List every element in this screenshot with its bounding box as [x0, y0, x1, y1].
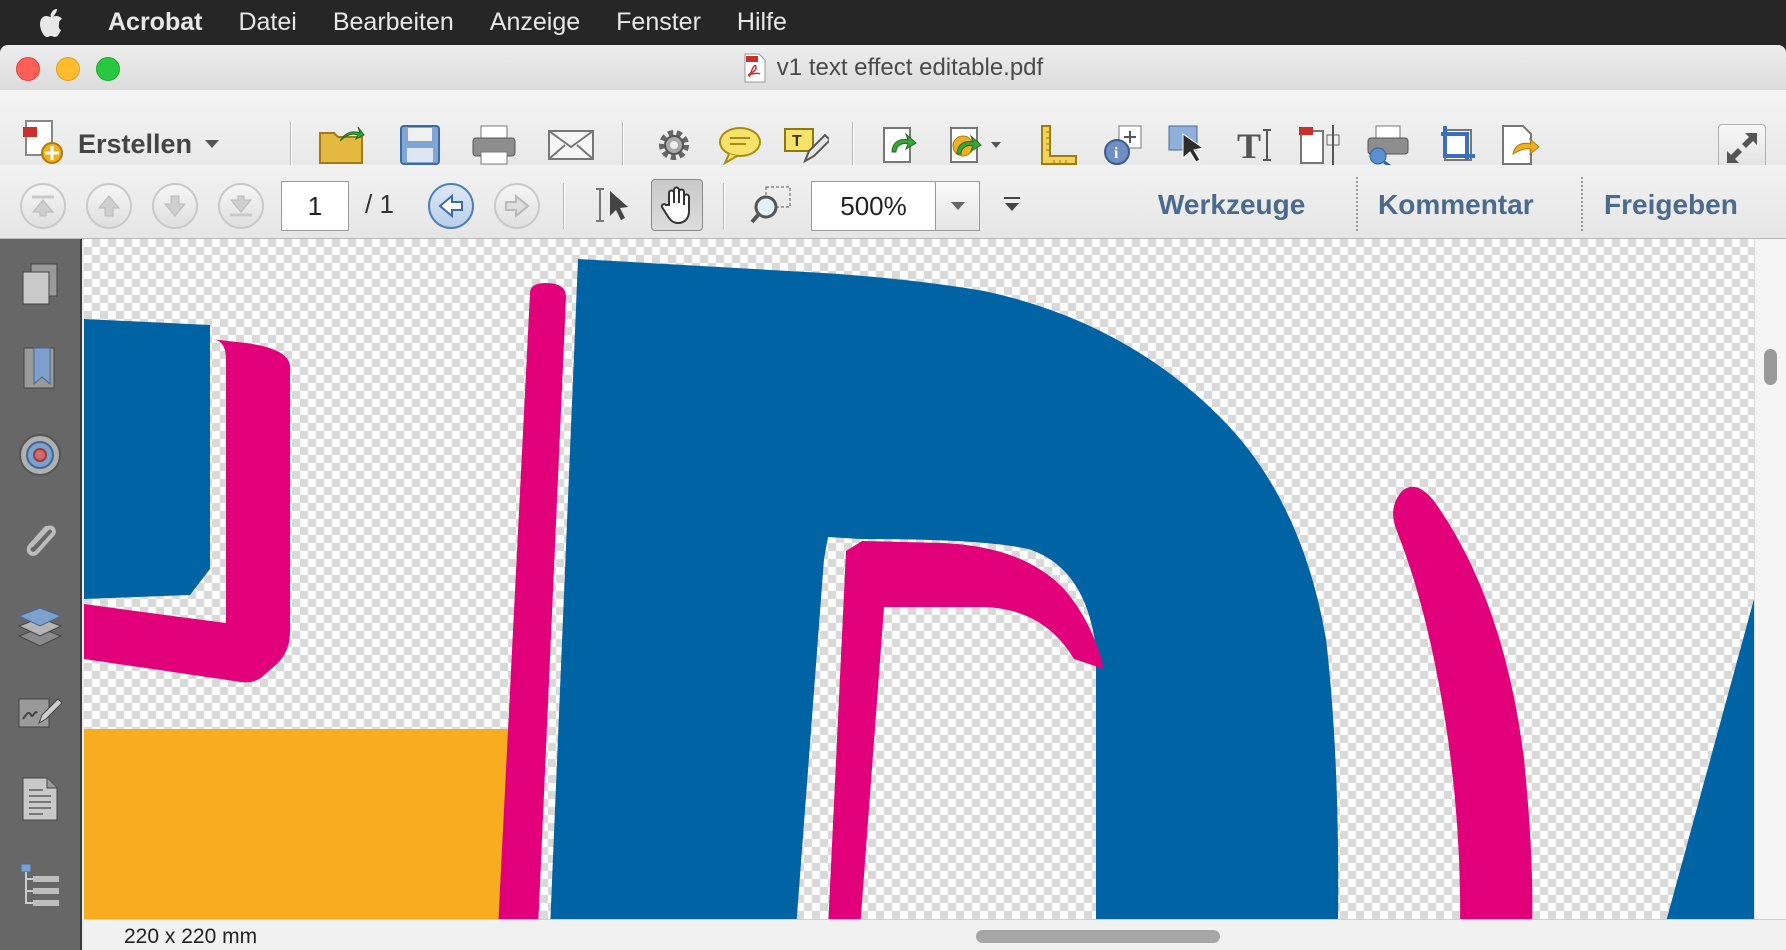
svg-text:T: T	[792, 133, 802, 150]
fullscreen-icon	[1727, 133, 1757, 163]
overflow-icon	[1004, 197, 1020, 211]
menu-app-name[interactable]: Acrobat	[108, 8, 202, 37]
next-page-button[interactable]	[152, 183, 198, 229]
close-window-button[interactable]	[16, 57, 40, 81]
bookmarks-icon[interactable]	[14, 343, 66, 395]
open-folder-icon[interactable]	[318, 121, 366, 169]
arrow-up-icon	[97, 195, 121, 217]
menu-bar: Acrobat Datei Bearbeiten Anzeige Fenster…	[0, 0, 1786, 45]
email-icon[interactable]	[547, 121, 595, 169]
hand-tool-button[interactable]	[651, 179, 703, 231]
crop-icon[interactable]	[1432, 121, 1480, 169]
page-thumbnails-icon[interactable]	[14, 259, 66, 311]
zoom-selector[interactable]: 500%	[811, 181, 980, 231]
status-bar: 220 x 220 mm	[84, 919, 1786, 950]
orange-shape	[84, 729, 524, 919]
create-label: Erstellen	[78, 128, 193, 159]
zoom-window-button[interactable]	[96, 57, 120, 81]
minimize-window-button[interactable]	[56, 57, 80, 81]
right-blue-shape	[1666, 599, 1754, 919]
panel-separator	[1356, 177, 1358, 231]
object-info-icon[interactable]: i	[1100, 121, 1148, 169]
inner-magenta-arch-shape	[828, 541, 1104, 919]
navigation-pane	[0, 239, 82, 950]
acrobat-window: v1 text effect editable.pdf Erstellen T …	[0, 45, 1786, 950]
measure-ruler-icon[interactable]	[1034, 121, 1082, 169]
select-tool-button[interactable]	[588, 179, 640, 231]
signatures-icon[interactable]	[14, 687, 66, 739]
attachments-icon[interactable]	[14, 515, 66, 567]
next-view-button[interactable]	[494, 183, 540, 229]
menu-datei[interactable]: Datei	[238, 8, 296, 37]
comment-panel-link[interactable]: Kommentar	[1378, 189, 1534, 221]
zoom-dropdown-button[interactable]	[936, 182, 979, 230]
left-blue-shape	[84, 319, 210, 599]
create-document-icon	[22, 119, 66, 170]
menu-bearbeiten[interactable]: Bearbeiten	[333, 8, 454, 37]
pdf-document-icon	[743, 53, 767, 83]
pdf-page-artwork	[84, 259, 1754, 919]
create-dropdown-icon	[205, 140, 220, 148]
tags-tree-icon[interactable]	[14, 859, 66, 911]
arrow-left-icon	[438, 194, 463, 218]
document-content-icon[interactable]	[14, 773, 66, 825]
marquee-zoom-button[interactable]	[746, 179, 798, 231]
tools-panel-link[interactable]: Werkzeuge	[1158, 189, 1305, 221]
page-size-label: 220 x 220 mm	[124, 925, 258, 948]
layers-icon[interactable]	[14, 601, 66, 653]
gear-icon[interactable]	[650, 121, 698, 169]
title-bar: v1 text effect editable.pdf	[0, 45, 1786, 90]
right-magenta-arc-shape	[1393, 486, 1533, 919]
save-disk-icon[interactable]	[396, 121, 444, 169]
menu-anzeige[interactable]: Anzeige	[490, 8, 580, 37]
hand-icon	[660, 186, 690, 225]
comment-bubble-icon[interactable]	[716, 121, 764, 169]
apple-menu-icon[interactable]	[38, 8, 78, 38]
export-icon[interactable]	[1496, 121, 1544, 169]
panel-separator	[1581, 177, 1583, 231]
select-object-icon[interactable]	[1164, 121, 1212, 169]
arrow-down-icon	[163, 195, 187, 217]
menu-hilfe[interactable]: Hilfe	[737, 8, 787, 37]
vertical-scrollbar[interactable]	[1754, 239, 1786, 919]
zoom-value[interactable]: 500%	[812, 182, 936, 230]
highlight-pen-icon[interactable]: T	[782, 121, 830, 169]
first-page-button[interactable]	[20, 183, 66, 229]
toolbar-overflow-button[interactable]	[1002, 195, 1022, 220]
svg-text:i: i	[1114, 145, 1119, 162]
page-total: / 1	[365, 189, 394, 219]
arrow-right-icon	[505, 194, 530, 218]
page-number-input[interactable]: 1	[281, 181, 349, 231]
toolbar-separator	[723, 183, 725, 229]
menu-fenster[interactable]: Fenster	[616, 8, 701, 37]
first-page-icon	[31, 195, 55, 217]
previous-page-button[interactable]	[86, 183, 132, 229]
horizontal-scroll-thumb[interactable]	[976, 930, 1220, 943]
last-page-icon	[229, 195, 253, 217]
rotate-options-icon[interactable]	[944, 121, 1006, 169]
edit-object-icon[interactable]	[1296, 121, 1344, 169]
destinations-icon[interactable]	[14, 429, 66, 481]
print-icon[interactable]	[470, 121, 518, 169]
window-title: v1 text effect editable.pdf	[776, 53, 1044, 81]
document-canvas[interactable]	[84, 239, 1754, 919]
marquee-zoom-icon	[750, 186, 791, 224]
vertical-scroll-thumb[interactable]	[1764, 349, 1777, 385]
rotate-page-icon[interactable]	[875, 121, 923, 169]
text-select-cursor-icon	[596, 188, 628, 222]
chevron-down-icon	[950, 202, 965, 210]
toolbar-separator	[563, 183, 565, 229]
navigation-toolbar: 1 / 1 500% Werkzeuge Kommentar Freigeben	[0, 165, 1786, 239]
svg-text:T: T	[1237, 126, 1261, 166]
print-production-icon[interactable]	[1364, 121, 1412, 169]
text-tool-icon[interactable]: T	[1232, 121, 1280, 169]
last-page-button[interactable]	[218, 183, 264, 229]
share-panel-link[interactable]: Freigeben	[1604, 189, 1738, 221]
previous-view-button[interactable]	[428, 183, 474, 229]
